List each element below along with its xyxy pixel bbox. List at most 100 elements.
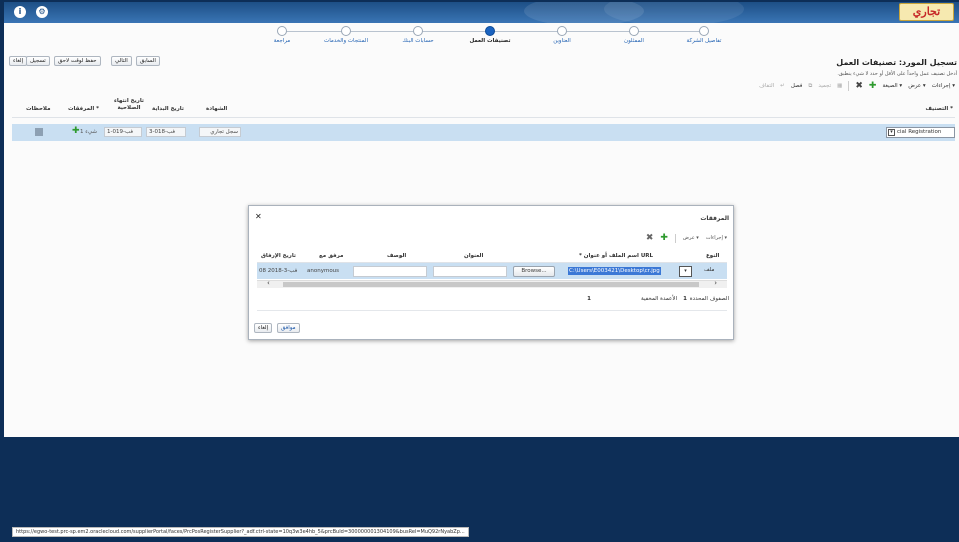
train-step-review[interactable]: مراجعة bbox=[242, 25, 322, 44]
registration-train: تفاصيل الشركة الممثلون العناوين تصنيفات … bbox=[274, 25, 721, 47]
selected-rows-value: 1 bbox=[683, 296, 687, 302]
add-icon[interactable]: ✚ bbox=[869, 81, 877, 91]
main-content: تفاصيل الشركة الممثلون العناوين تصنيفات … bbox=[4, 23, 959, 437]
register-button[interactable]: تسجيل bbox=[26, 56, 50, 66]
col-classification[interactable]: * التصنيف bbox=[926, 106, 953, 112]
table-row[interactable]: ▾ cial Registration سجل تجاري 3-فب-018 1-… bbox=[12, 124, 955, 141]
gear-icon[interactable]: ⚙ bbox=[36, 6, 48, 18]
train-step-contacts[interactable]: الممثلون bbox=[594, 25, 674, 44]
train-step-classifications[interactable]: تصنيفات العمل bbox=[450, 25, 530, 44]
classification-select[interactable]: ▾ cial Registration bbox=[886, 127, 955, 138]
wrap-icon[interactable]: ↵ bbox=[780, 83, 785, 89]
step-dot bbox=[485, 26, 495, 36]
col-description[interactable]: الوصف bbox=[387, 253, 406, 259]
notes-icon[interactable] bbox=[35, 128, 43, 136]
info-icon[interactable]: i bbox=[14, 6, 26, 18]
col-attached-by[interactable]: مرفق مع bbox=[319, 253, 343, 259]
delete-icon[interactable]: ✖ bbox=[855, 81, 863, 91]
detach-button[interactable]: فصل bbox=[791, 83, 803, 89]
dialog-view-label: عرض bbox=[682, 235, 695, 241]
dialog-view-menu[interactable]: عرض ▾ bbox=[683, 235, 699, 241]
step-dot bbox=[699, 26, 709, 36]
dialog-actions-label: إجراءات bbox=[705, 235, 723, 241]
step-dot bbox=[629, 26, 639, 36]
scroll-left-icon[interactable]: ‹ bbox=[267, 279, 270, 287]
step-label: الممثلون bbox=[624, 38, 644, 44]
train-step-company[interactable]: تفاصيل الشركة bbox=[664, 25, 744, 44]
status-bar-url: https://egwo-test.prc-sp.em2.oraclecloud… bbox=[12, 527, 469, 537]
description-input[interactable] bbox=[353, 266, 427, 277]
col-type[interactable]: النوع bbox=[706, 253, 719, 259]
hidden-columns-value: 1 bbox=[587, 296, 591, 302]
top-bar: i ⚙ تجاري bbox=[4, 2, 959, 26]
close-icon[interactable]: ✕ bbox=[255, 212, 262, 221]
format-menu[interactable]: الصيغة ▾ bbox=[882, 83, 902, 89]
dialog-divider bbox=[257, 310, 727, 311]
step-label: حسابات البنك bbox=[402, 38, 434, 44]
end-date-field[interactable]: 1-فب-019 bbox=[104, 127, 142, 137]
file-path-input[interactable]: C:\Users\E003421\Desktop\cr.jpg bbox=[568, 267, 661, 275]
table-toolbar: إجراءات ▾ عرض ▾ الصيغة ▾ ✚ ✖ ▦ تجميد ⧉ ف… bbox=[759, 80, 955, 92]
step-dot bbox=[557, 26, 567, 36]
scroll-right-icon[interactable]: › bbox=[714, 279, 717, 287]
classification-value: cial Registration bbox=[897, 129, 942, 135]
train-step-bank[interactable]: حسابات البنك bbox=[378, 25, 458, 44]
scrollbar-thumb[interactable] bbox=[283, 282, 699, 287]
step-dot bbox=[341, 26, 351, 36]
dialog-title: المرفقات bbox=[700, 215, 729, 222]
chevron-down-icon: ▾ bbox=[888, 129, 895, 136]
step-label: مراجعة bbox=[273, 38, 291, 44]
type-value: ملف bbox=[704, 267, 715, 273]
app-window: i ⚙ تجاري تفاصيل الشركة الممثلون العناوي… bbox=[4, 2, 959, 540]
actions-menu[interactable]: إجراءات ▾ bbox=[932, 83, 955, 89]
view-menu[interactable]: عرض ▾ bbox=[908, 83, 925, 89]
step-dot bbox=[277, 26, 287, 36]
browse-button[interactable]: Browse... bbox=[513, 266, 555, 277]
add-attachment-icon[interactable]: ✚ bbox=[72, 126, 80, 136]
certificate-field[interactable]: سجل تجاري bbox=[199, 127, 241, 137]
col-attached-date[interactable]: تاريخ الإرفاق bbox=[261, 253, 296, 259]
col-certificate[interactable]: الشهادة bbox=[206, 106, 227, 112]
brand-logo: تجاري bbox=[899, 3, 954, 21]
col-notes[interactable]: ملاحظات bbox=[26, 106, 51, 112]
detach-icon[interactable]: ⧉ bbox=[808, 83, 812, 90]
attachments-dialog: ✕ المرفقات إجراءات ▾ عرض ▾ ✚ ✖ النوع * ا… bbox=[248, 205, 734, 340]
next-button[interactable]: التالي bbox=[111, 56, 132, 66]
dialog-actions-menu[interactable]: إجراءات ▾ bbox=[706, 235, 727, 241]
col-end-date[interactable]: تاريخ انتهاء الصلاحية bbox=[112, 98, 146, 112]
hidden-columns-label: الأعمدة المخفية bbox=[641, 296, 677, 302]
delete-icon[interactable]: ✖ bbox=[646, 233, 654, 243]
dialog-table-row[interactable]: ملف ▾ C:\Users\E003421\Desktop\cr.jpg Br… bbox=[257, 263, 727, 279]
actions-label: إجراءات bbox=[931, 83, 951, 89]
step-dot bbox=[413, 26, 423, 36]
format-label: الصيغة bbox=[882, 83, 898, 89]
cancel-button[interactable]: إلغاء bbox=[9, 56, 28, 66]
col-attachments[interactable]: * المرفقات bbox=[68, 106, 99, 112]
start-date-field[interactable]: 3-فب-018 bbox=[146, 127, 186, 137]
attached-date-value: 08 2018-فب-3 bbox=[259, 268, 298, 274]
view-label: عرض bbox=[908, 83, 922, 89]
attachment-count[interactable]: 1 شيء bbox=[80, 129, 97, 135]
back-button[interactable]: السابق bbox=[136, 56, 160, 66]
type-select[interactable]: ▾ bbox=[679, 266, 692, 277]
title-input[interactable] bbox=[433, 266, 507, 277]
dialog-toolbar-divider bbox=[674, 233, 676, 243]
dialog-ok-button[interactable]: موافق bbox=[277, 323, 300, 333]
horizontal-scrollbar[interactable]: ‹ › bbox=[257, 279, 727, 288]
page-title: تسجيل المورد: تصنيفات العمل bbox=[836, 58, 957, 67]
selected-rows-label: الصفوف المحددة bbox=[689, 296, 729, 302]
dialog-cancel-button[interactable]: إلغاء bbox=[254, 323, 273, 333]
step-label: تصنيفات العمل bbox=[469, 38, 511, 44]
freeze-icon[interactable]: ▦ bbox=[837, 83, 842, 89]
add-icon[interactable]: ✚ bbox=[660, 233, 668, 243]
step-label: تفاصيل الشركة bbox=[686, 38, 722, 44]
freeze-button[interactable]: تجميد bbox=[818, 83, 831, 89]
col-start-date[interactable]: تاريخ البداية bbox=[152, 106, 184, 112]
col-file-url[interactable]: * اسم الملف أو عنوان URL bbox=[579, 253, 653, 259]
toolbar-divider bbox=[848, 81, 850, 91]
step-label: العناوين bbox=[553, 38, 571, 44]
wrap-button[interactable]: التفاف bbox=[759, 83, 774, 89]
save-later-button[interactable]: حفظ لوقت لاحق bbox=[54, 56, 101, 66]
train-step-addresses[interactable]: العناوين bbox=[522, 25, 602, 44]
col-title[interactable]: العنوان bbox=[464, 253, 483, 259]
